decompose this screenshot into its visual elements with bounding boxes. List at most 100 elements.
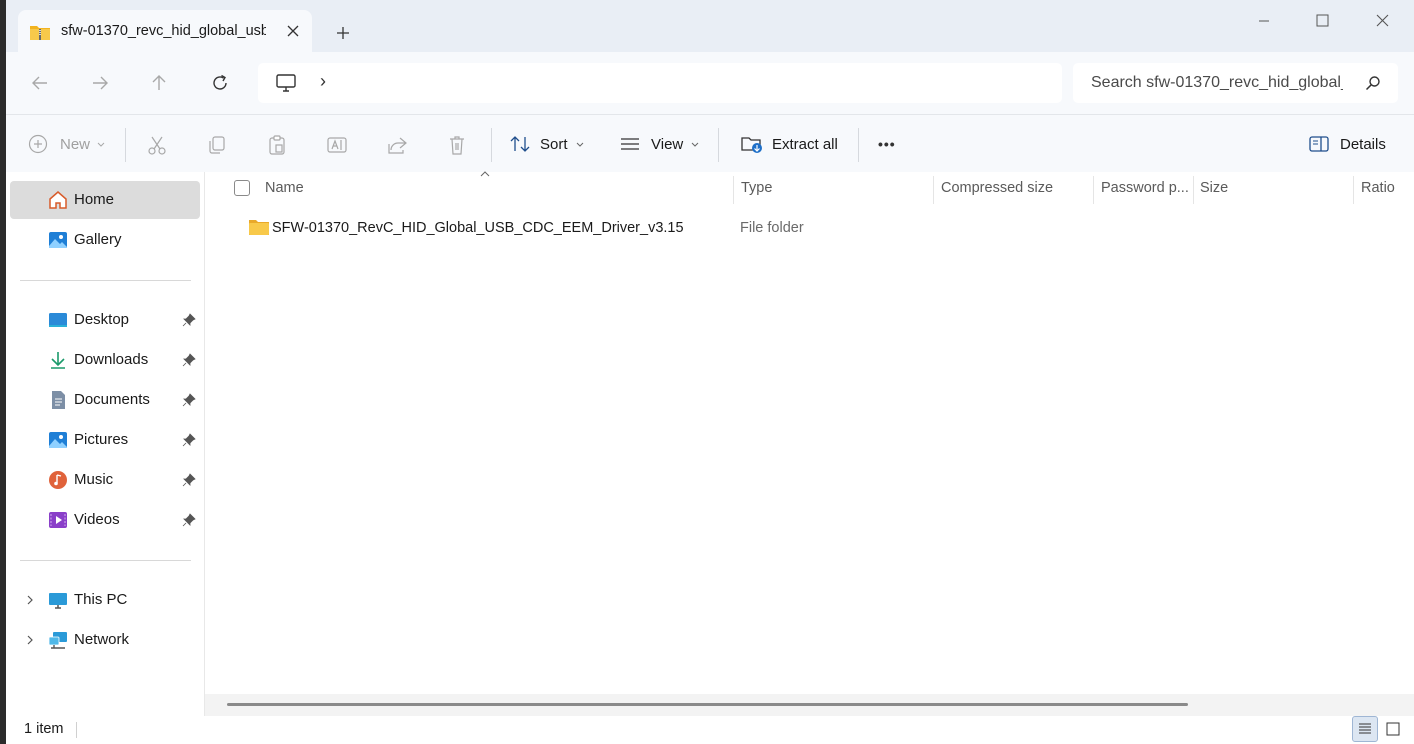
pin-icon[interactable] xyxy=(182,433,196,447)
column-divider[interactable] xyxy=(1193,176,1194,204)
tiles-view-icon xyxy=(1386,722,1400,736)
desktop-icon xyxy=(49,313,67,327)
column-header-type[interactable]: Type xyxy=(741,180,772,196)
column-header-size[interactable]: Size xyxy=(1200,180,1228,196)
scrollbar-thumb[interactable] xyxy=(227,703,1188,706)
sidebar-item-documents[interactable]: Documents xyxy=(10,381,200,419)
new-label: New xyxy=(60,135,91,153)
view-lines-icon xyxy=(621,138,639,150)
toolbar-divider xyxy=(718,128,719,162)
pin-icon[interactable] xyxy=(182,353,196,367)
table-row[interactable]: SFW-01370_RevC_HID_Global_USB_CDC_EEM_Dr… xyxy=(205,210,1414,246)
share-icon[interactable] xyxy=(386,134,408,156)
sidebar-item-music[interactable]: Music xyxy=(10,461,200,499)
sidebar-item-gallery[interactable]: Gallery xyxy=(10,221,200,259)
search-icon[interactable] xyxy=(1365,75,1381,91)
search-input[interactable]: Search sfw-01370_revc_hid_global_usb_cdc… xyxy=(1091,74,1343,92)
new-button[interactable]: New xyxy=(28,115,106,173)
close-window-icon[interactable] xyxy=(1360,6,1404,36)
this-pc-icon xyxy=(49,593,67,609)
back-arrow-icon[interactable] xyxy=(28,71,52,95)
chevron-right-icon[interactable] xyxy=(24,594,36,606)
close-tab-icon[interactable] xyxy=(282,20,304,42)
tab-active[interactable]: sfw-01370_revc_hid_global_usb_cdc_eem_dr… xyxy=(18,10,312,52)
more-options-icon: ••• xyxy=(878,136,896,152)
network-icon xyxy=(48,632,67,649)
forward-arrow-icon[interactable] xyxy=(88,71,112,95)
sidebar-item-pictures[interactable]: Pictures xyxy=(10,421,200,459)
computer-icon xyxy=(276,74,296,92)
toolbar-divider xyxy=(858,128,859,162)
sidebar-item-label: Videos xyxy=(74,511,120,528)
chevron-down-icon xyxy=(97,142,105,147)
more-options-button[interactable]: ••• xyxy=(878,115,896,173)
horizontal-scrollbar[interactable] xyxy=(205,694,1414,716)
title-bar: sfw-01370_revc_hid_global_usb_cdc_eem_dr… xyxy=(6,0,1414,52)
search-box[interactable]: Search sfw-01370_revc_hid_global_usb_cdc… xyxy=(1073,63,1398,103)
sidebar-item-downloads[interactable]: Downloads xyxy=(10,341,200,379)
pin-icon[interactable] xyxy=(182,473,196,487)
pictures-icon xyxy=(49,432,67,448)
sidebar-item-this-pc[interactable]: This PC xyxy=(10,581,200,619)
sort-button[interactable]: Sort xyxy=(509,115,585,173)
column-divider[interactable] xyxy=(1093,176,1094,204)
videos-icon xyxy=(49,512,67,528)
extract-folder-icon xyxy=(741,137,762,153)
chevron-right-icon[interactable] xyxy=(24,634,36,646)
pin-icon[interactable] xyxy=(182,393,196,407)
sidebar-divider xyxy=(20,560,191,561)
sidebar-item-label: Network xyxy=(74,631,130,648)
command-bar: New Sort View Extract all ••• Details xyxy=(6,114,1414,172)
sidebar-item-home[interactable]: Home xyxy=(10,181,200,219)
column-header-name[interactable]: Name xyxy=(265,180,304,196)
pin-icon[interactable] xyxy=(182,313,196,327)
details-pane-icon xyxy=(1309,136,1329,152)
new-tab-icon[interactable] xyxy=(332,22,354,44)
extract-all-button[interactable]: Extract all xyxy=(740,115,838,173)
file-name[interactable]: SFW-01370_RevC_HID_Global_USB_CDC_EEM_Dr… xyxy=(272,220,684,236)
extract-all-label: Extract all xyxy=(772,135,838,153)
delete-icon[interactable] xyxy=(446,134,468,156)
navigation-pane: Home Gallery Desktop Downloads Documents… xyxy=(6,172,204,716)
sidebar-item-videos[interactable]: Videos xyxy=(10,501,200,539)
column-header-ratio[interactable]: Ratio xyxy=(1361,180,1395,196)
toolbar-divider xyxy=(491,128,492,162)
column-divider[interactable] xyxy=(1353,176,1354,204)
details-button[interactable]: Details xyxy=(1308,115,1386,173)
pin-icon[interactable] xyxy=(182,513,196,527)
sort-ascending-icon xyxy=(480,171,490,177)
view-button[interactable]: View xyxy=(619,115,700,173)
breadcrumb-chevron[interactable]: › xyxy=(320,71,326,92)
sidebar-item-label: Pictures xyxy=(74,431,129,448)
details-view-button[interactable] xyxy=(1352,716,1378,742)
details-view-icon xyxy=(1359,723,1371,734)
column-header-compressed-size[interactable]: Compressed size xyxy=(941,180,1053,196)
paste-icon[interactable] xyxy=(266,134,288,156)
status-divider xyxy=(76,722,77,738)
sidebar-item-label: Downloads xyxy=(74,351,149,368)
refresh-icon[interactable] xyxy=(208,71,232,95)
sidebar-item-label: Desktop xyxy=(74,311,130,328)
sidebar-item-desktop[interactable]: Desktop xyxy=(10,301,200,339)
file-type: File folder xyxy=(740,220,804,236)
minimize-icon[interactable] xyxy=(1242,6,1286,36)
copy-icon[interactable] xyxy=(206,134,228,156)
large-icons-view-button[interactable] xyxy=(1380,716,1406,742)
sidebar-item-network[interactable]: Network xyxy=(10,621,200,659)
up-arrow-icon[interactable] xyxy=(147,71,171,95)
sidebar-item-label: Documents xyxy=(74,391,150,408)
music-icon xyxy=(49,471,67,489)
downloads-icon xyxy=(51,352,65,369)
rename-icon[interactable] xyxy=(326,134,348,156)
column-header-password[interactable]: Password p... xyxy=(1101,180,1189,196)
toolbar-divider xyxy=(125,128,126,162)
status-bar: 1 item xyxy=(6,716,1414,744)
column-divider[interactable] xyxy=(733,176,734,204)
column-divider[interactable] xyxy=(933,176,934,204)
maximize-icon[interactable] xyxy=(1300,6,1344,36)
select-all-checkbox[interactable] xyxy=(234,180,250,196)
address-bar[interactable]: › xyxy=(258,63,1062,103)
cut-icon[interactable] xyxy=(146,134,168,156)
home-icon xyxy=(49,191,67,209)
folder-icon xyxy=(249,220,269,235)
